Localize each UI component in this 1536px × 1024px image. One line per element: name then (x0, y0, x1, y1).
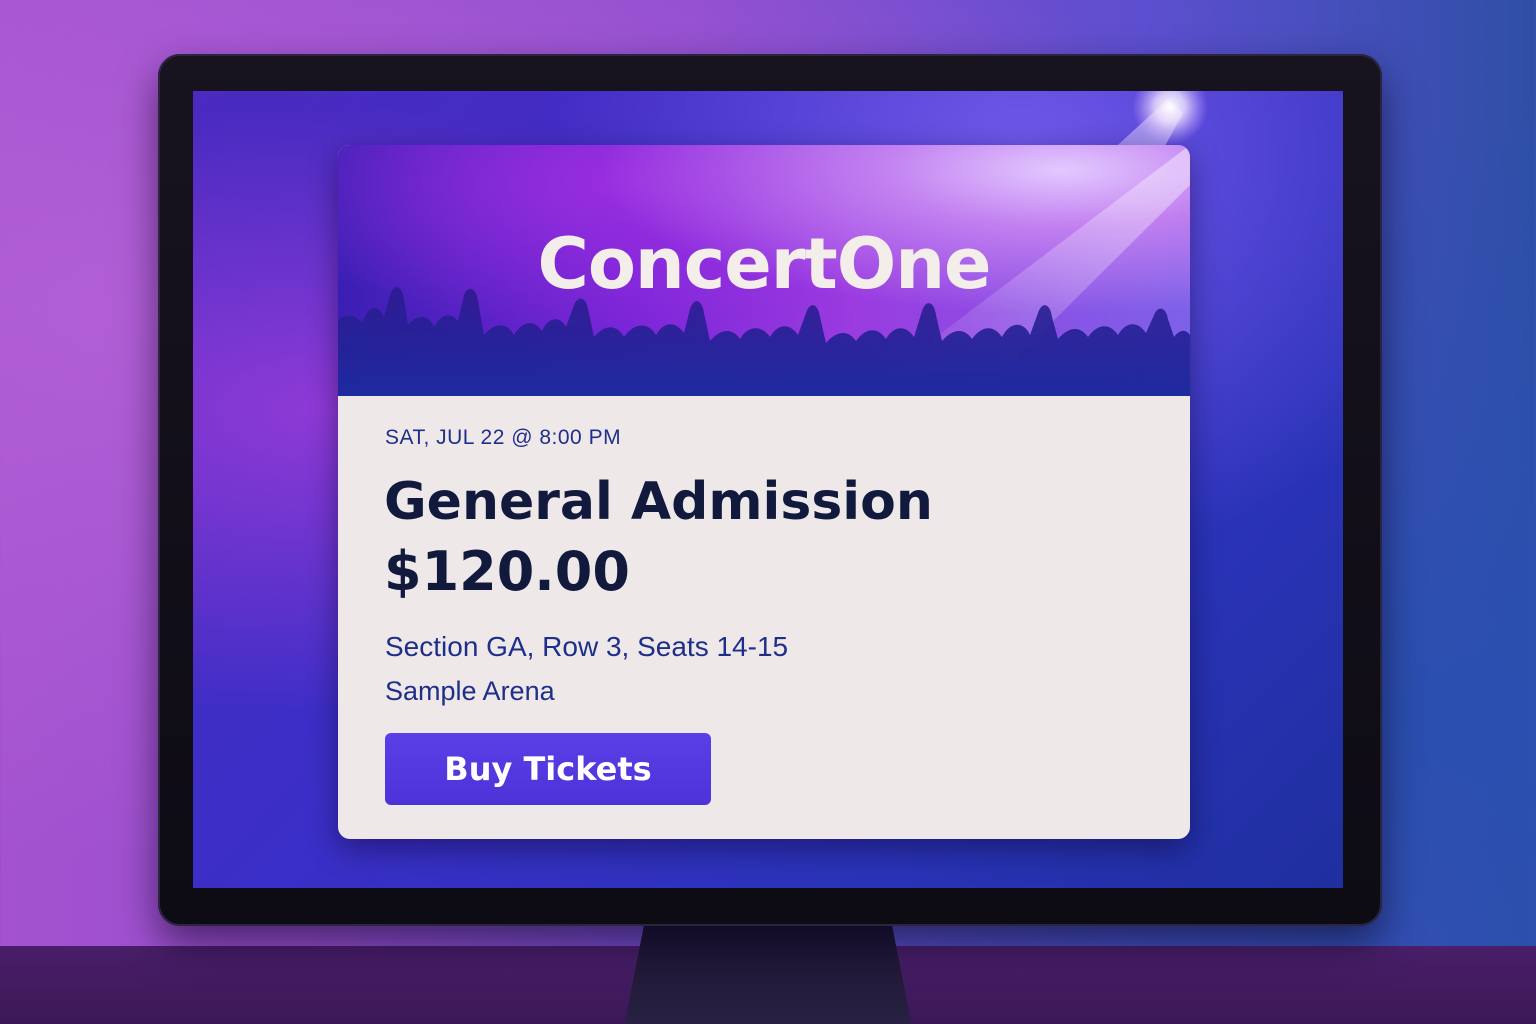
concert-crowd-image: ConcertOne (338, 145, 1190, 396)
buy-tickets-button[interactable]: Buy Tickets (385, 733, 711, 805)
monitor-stand (622, 918, 914, 1024)
venue-name: Sample Arena (385, 676, 555, 706)
monitor-screen: ConcertOne SAT, JUL 22 @ 8:00 PM General… (193, 91, 1343, 888)
event-details: SAT, JUL 22 @ 8:00 PM General Admission … (338, 396, 1190, 839)
brand-logo: ConcertOne (537, 223, 991, 305)
ticket-price: $120.00 (384, 540, 630, 603)
event-date-time: SAT, JUL 22 @ 8:00 PM (385, 426, 622, 449)
ticket-card: ConcertOne SAT, JUL 22 @ 8:00 PM General… (338, 145, 1190, 839)
seating-info: Section GA, Row 3, Seats 14-15 (385, 631, 789, 662)
ticket-type-title: General Admission (384, 472, 933, 532)
